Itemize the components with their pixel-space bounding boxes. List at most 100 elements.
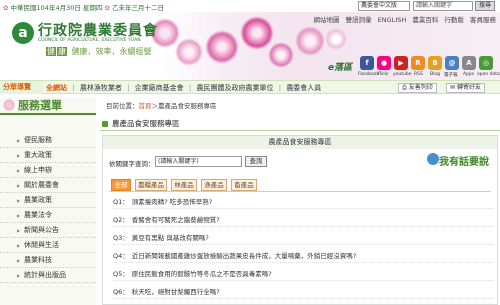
tab-forestry[interactable]: 林產品 [171,179,197,191]
date-text: 中華民國104年4月30日 星期四 [10,4,103,12]
sidebar-item-online-apply[interactable]: 線上申辦 [0,163,96,178]
e-zone-label: e落區 [328,63,353,73]
audience-nav-tab: 分眾導覽 [0,81,42,94]
header-banner: 網站地圖 雙語詞彙 ENGLISH 農業百科 行動版 客員服務 a 行政院農業委… [0,12,500,80]
question-text[interactable]: 原住民飯食用的假骸竹等冬瓜之不是否具毒素嗎? [132,270,272,278]
question-item[interactable]: Q5： 原住民飯食用的假骸竹等冬瓜之不是否具毒素嗎? [113,268,493,281]
main-content: 目前位置：首頁＞農產品食安服務專區 農產品食安服務專區 農產品食安服務專區 依關… [100,97,500,305]
flower-icon: ✿ [3,4,9,12]
blog-label: Blog [430,72,440,77]
tab-fishery[interactable]: 漁產品 [201,179,227,191]
orchid-flower-image [325,28,347,50]
youtube-label: youtube [393,72,412,77]
top-bar: ✿ 中華民國104年4月30日 星期四 ✿ 乙未年三月十二日 農委會中文版 請輸… [0,0,500,12]
feedback-link[interactable]: 我有話要說 [439,153,489,168]
flickr-icon[interactable]: ● [377,56,391,70]
flickr-label: flickr [378,72,390,77]
sidebar-item-about[interactable]: 關於農委會 [0,178,96,193]
epaper-label: 電子報 [444,73,458,78]
nav-item-all-site[interactable]: 全網站 [46,84,67,92]
print-label: 友善列印 [408,84,433,91]
audience-nav: 分眾導覽 全網站 | 農林漁牧業者 | 企業廠商基金會 | 農民團體及政府農業單… [0,80,500,94]
site-search-input[interactable]: 請輸入關鍵字 [413,1,473,11]
panel-title: 農產品食安服務專區 [103,136,497,149]
breadcrumb-current: ＞農產品食安服務專區 [151,102,217,110]
orchid-flower-image [175,38,203,66]
blog-icon[interactable]: B [428,56,442,70]
link-encyclopedia[interactable]: 農業百科 [412,16,438,24]
open-data-label: open data [477,72,500,77]
keyword-input[interactable]: (請輸入關鍵字) [155,156,242,167]
forward-button[interactable]: ✉ 轉寄好友 [446,83,485,93]
question-item[interactable]: Q1： 瀕素瘦肉精? 吃多恐怖早熟? [113,196,493,209]
site-title[interactable]: 行政院農業委員會 [38,20,158,40]
facebook-label: Facebook [358,72,380,77]
rss-icon[interactable]: R [411,56,425,70]
link-english[interactable]: ENGLISH [378,16,407,24]
question-item[interactable]: Q6： 秋天吃，絕對甘梨觸西行全嗎? [113,286,493,299]
nav-item-enterprises[interactable]: 企業廠商基金會 [135,84,184,92]
question-text[interactable]: 秋天吃，絕對甘梨觸西行全嗎? [132,288,220,296]
question-item[interactable]: Q4： 近日新聞報載國產雞炒蛋放檢驗出蔬果皮長件成，大量噴藥，外銷已經沒資嗎? [113,250,493,263]
rss-label: RSS [414,72,423,77]
link-mobile[interactable]: 行動版 [444,16,464,24]
question-item[interactable]: Q3： 黃豆有黑點 與基改有關嗎? [113,232,493,245]
header-links: 網站地圖 雙語詞彙 ENGLISH 農業百科 行動版 客員服務 [310,14,496,24]
print-button[interactable]: ⎙ 友善列印 [398,83,437,93]
nav-divider: | [278,84,282,92]
flower-icon: ✿ [104,4,110,12]
nav-item-producers[interactable]: 農林漁牧業者 [80,84,122,92]
sidebar-item-tech[interactable]: 農業科技 [0,253,96,268]
question-number: Q3： [113,234,129,242]
nav-item-staff[interactable]: 農委會人員 [286,84,321,92]
sidebar-item-law[interactable]: 農業法令 [0,208,96,223]
tab-livestock[interactable]: 畜產品 [231,179,257,191]
youtube-icon[interactable]: ▶ [394,56,408,70]
orchid-flower-image [205,30,239,64]
sidebar-item-statistics[interactable]: 統計與出版品 [0,268,96,283]
nav-item-farmer-groups[interactable]: 農民團體及政府農業單位 [196,84,273,92]
sidebar-item-major-policy[interactable]: 重大政策 [0,148,96,163]
question-text[interactable]: 瀕素瘦肉精? 吃多恐怖早熟? [132,198,212,206]
social-icon-bar: e落區 f Facebook ● flickr ▶ youtube R RSS … [328,56,500,82]
coa-logo-icon[interactable]: a [12,22,34,44]
nav-divider: | [127,84,130,92]
tab-crops[interactable]: 農糧產品 [135,179,167,191]
epaper-icon[interactable]: @ [445,56,459,70]
question-number: Q6： [113,288,129,296]
tab-all[interactable]: 全部 [111,179,131,191]
question-text[interactable]: 黃豆有黑點 與基改有關嗎? [132,234,209,242]
question-number: Q5： [113,270,129,278]
food-safety-panel: 農產品食安服務專區 依關鍵字查詢： (請輸入關鍵字) 查詢 我有話要說 全部 農… [102,135,498,305]
breadcrumb-home[interactable]: 首頁 [139,102,152,110]
audience-nav-label: 分眾導覽 [3,83,31,91]
mail-icon: ✉ [450,84,456,91]
printer-icon: ⎙ [402,84,407,91]
sidebar-item-news[interactable]: 新聞與公告 [0,223,96,238]
question-number: Q2： [113,216,129,224]
link-glossary[interactable]: 雙語詞彙 [346,16,372,24]
query-button[interactable]: 查詢 [245,156,267,167]
sidebar-item-policy[interactable]: 農業政策 [0,193,96,208]
language-select[interactable]: 農委會中文版 [358,1,410,11]
question-number: Q1： [113,198,129,206]
question-item[interactable]: Q2： 香豬舍有可豬死之龍葵鹼物質? [113,214,493,227]
sidebar-title: 服務選單 [0,97,96,115]
link-service[interactable]: 客員服務 [470,16,496,24]
question-text[interactable]: 近日新聞報載國產雞炒蛋放檢驗出蔬果皮長件成，大量噴藥，外銷已經沒資嗎? [132,252,356,260]
link-sitemap[interactable]: 網站地圖 [314,16,340,24]
slogan-char: 康 [57,47,67,56]
apps-icon[interactable]: A [462,56,476,70]
site-search-button[interactable]: 搜尋 [475,1,495,11]
sidebar-item-leisure[interactable]: 休閒與生活 [0,238,96,253]
open-data-icon[interactable]: ◎ [479,56,493,70]
question-number: Q4： [113,252,129,260]
sidebar-item-convenience[interactable]: 便民服務 [0,133,96,148]
question-text[interactable]: 香豬舍有可豬死之龍葵鹼物質? [132,216,220,224]
site-subtitle: COUNCIL OF AGRICULTURE, EXECUTIVE YUAN [38,38,141,43]
breadcrumb: 目前位置：首頁＞農產品食安服務專區 [106,100,217,110]
facebook-icon[interactable]: f [360,56,374,70]
slogan-char: 健 [46,47,56,56]
keyword-label: 依關鍵字查詢： [109,160,155,168]
audience-nav-items: 全網站 | 農林漁牧業者 | 企業廠商基金會 | 農民團體及政府農業單位 | 農… [46,83,324,93]
